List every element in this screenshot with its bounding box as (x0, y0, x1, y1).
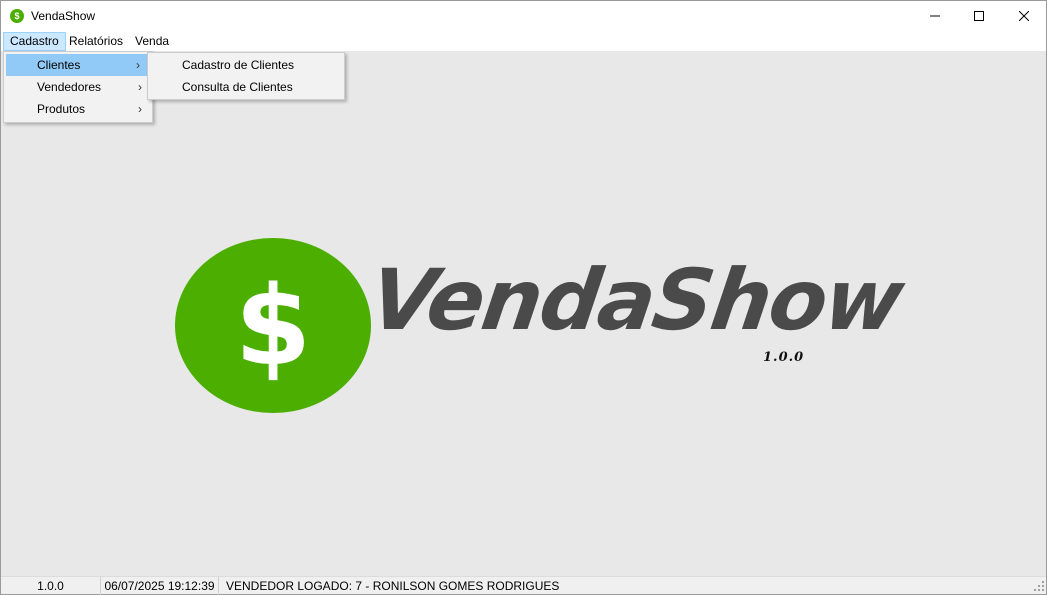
status-logged-user: VENDEDOR LOGADO: 7 - RONILSON GOMES RODR… (226, 579, 560, 593)
chevron-right-icon: › (136, 58, 140, 72)
logo-version: 1.0.0 (763, 350, 805, 365)
menu-item-cadastro-de-clientes[interactable]: Cadastro de Clientes (148, 54, 344, 76)
menu-item-label: Cadastro de Clientes (182, 58, 295, 72)
menu-item-label: Consulta de Clientes (182, 80, 293, 94)
menu-item-consulta-de-clientes[interactable]: Consulta de Clientes (148, 76, 344, 98)
window-title: VendaShow (31, 9, 96, 23)
logo-text: VendaShow (364, 251, 908, 349)
maximize-button[interactable] (956, 1, 1002, 31)
cadastro-dropdown: Clientes › Vendedores › Produtos › (3, 51, 153, 123)
dollar-icon: $ (234, 261, 312, 390)
menu-bar: Cadastro Relatórios Venda (1, 31, 1046, 51)
menu-cadastro[interactable]: Cadastro (3, 32, 66, 51)
menu-item-vendedores[interactable]: Vendedores › (4, 76, 152, 98)
menu-item-label: Clientes (37, 58, 81, 72)
status-datetime: 06/07/2025 19:12:39 (101, 577, 219, 595)
title-bar[interactable]: $ VendaShow (1, 1, 1046, 31)
maximize-icon (974, 11, 984, 21)
menu-item-clientes[interactable]: Clientes › (6, 54, 150, 76)
logo: $ VendaShow 1.0.0 (175, 238, 908, 414)
clientes-submenu: Cadastro de Clientes Consulta de Cliente… (147, 52, 345, 100)
menu-venda[interactable]: Venda (129, 32, 175, 51)
menu-item-label: Vendedores (37, 80, 102, 94)
close-icon (1019, 11, 1029, 21)
resize-grip-icon[interactable] (1034, 581, 1044, 591)
status-version: 1.0.0 (1, 577, 101, 595)
status-bar: 1.0.0 06/07/2025 19:12:39 VENDEDOR LOGAD… (1, 576, 1046, 595)
close-button[interactable] (1001, 1, 1047, 31)
menu-item-label: Produtos (37, 102, 86, 116)
chevron-right-icon: › (138, 80, 142, 94)
app-icon: $ (10, 9, 24, 23)
main-window: $ VendaShow Cadastro Relatórios Venda $ … (0, 0, 1047, 595)
minimize-icon (930, 15, 940, 17)
chevron-right-icon: › (138, 102, 142, 116)
minimize-button[interactable] (912, 1, 958, 31)
menu-relatorios[interactable]: Relatórios (63, 32, 129, 51)
menu-item-produtos[interactable]: Produtos › (4, 98, 152, 120)
